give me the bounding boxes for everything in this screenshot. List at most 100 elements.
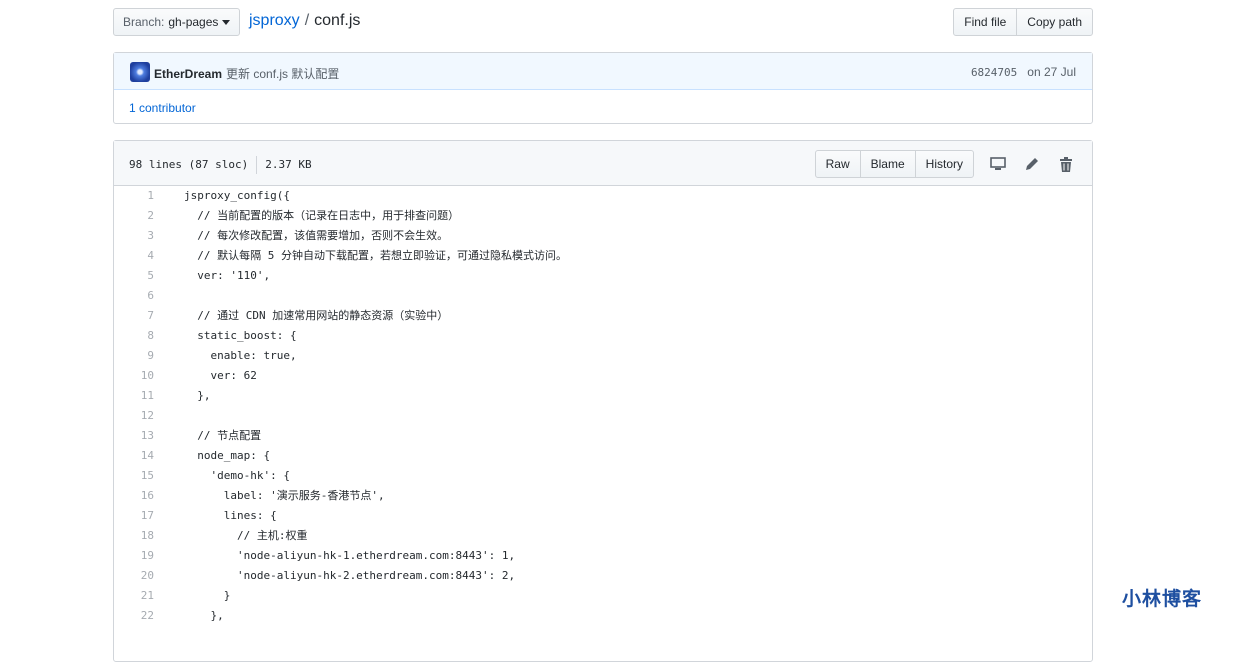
code-line: 13 // 节点配置 bbox=[114, 426, 1092, 446]
line-number[interactable]: 16 bbox=[114, 486, 164, 506]
code-line: 4 // 默认每隔 5 分钟自动下载配置，若想立即验证，可通过隐私模式访问。 bbox=[114, 246, 1092, 266]
file-info: 98 lines (87 sloc) 2.37 KB bbox=[129, 156, 312, 174]
code-line: 14 node_map: { bbox=[114, 446, 1092, 466]
code-line: 1 jsproxy_config({ bbox=[114, 186, 1092, 206]
line-number[interactable]: 8 bbox=[114, 326, 164, 346]
code-line: 10 ver: 62 bbox=[114, 366, 1092, 386]
breadcrumb: jsproxy / conf.js bbox=[249, 12, 360, 30]
line-number[interactable]: 21 bbox=[114, 586, 164, 606]
file-viewer: 98 lines (87 sloc) 2.37 KB Raw Blame Hist… bbox=[113, 140, 1093, 662]
line-content: } bbox=[184, 589, 231, 602]
file-navigation: Branch: gh-pages jsproxy / conf.js Find fi… bbox=[113, 8, 1093, 36]
code-line: 11 }, bbox=[114, 386, 1092, 406]
trash-icon[interactable] bbox=[1056, 154, 1076, 174]
line-number[interactable]: 22 bbox=[114, 606, 164, 626]
line-number[interactable]: 20 bbox=[114, 566, 164, 586]
line-number[interactable]: 1 bbox=[114, 186, 164, 206]
file-lines-info: 98 lines (87 sloc) bbox=[129, 158, 249, 171]
line-number[interactable]: 14 bbox=[114, 446, 164, 466]
code-line: 6 bbox=[114, 286, 1092, 306]
line-number[interactable]: 15 bbox=[114, 466, 164, 486]
line-content: ver: 62 bbox=[184, 369, 257, 382]
watermark-logo: 小林博客 bbox=[1122, 588, 1203, 610]
line-content: node_map: { bbox=[184, 449, 271, 462]
commit-sha[interactable]: 6824705 bbox=[971, 66, 1017, 79]
desktop-icon[interactable] bbox=[988, 154, 1008, 174]
contributors-link[interactable]: 1 contributor bbox=[129, 101, 196, 115]
code-listing: 1 jsproxy_config({ 2 // 当前配置的版本（记录在日志中，用于排… bbox=[114, 186, 1092, 626]
line-number[interactable]: 7 bbox=[114, 306, 164, 326]
line-content: }, bbox=[184, 389, 211, 402]
code-line: 18 // 主机:权重 bbox=[114, 526, 1092, 546]
file-name: conf.js bbox=[314, 12, 361, 29]
line-number[interactable]: 10 bbox=[114, 366, 164, 386]
code-line: 12 bbox=[114, 406, 1092, 426]
breadcrumb-separator: / bbox=[304, 12, 310, 29]
line-content: enable: true, bbox=[184, 349, 297, 362]
code-line: 2 // 当前配置的版本（记录在日志中，用于排查问题） bbox=[114, 206, 1092, 226]
line-content: label: '演示服务-香港节点', bbox=[184, 489, 385, 502]
caret-down-icon bbox=[222, 20, 231, 25]
code-line: 15 'demo-hk': { bbox=[114, 466, 1092, 486]
line-number[interactable]: 19 bbox=[114, 546, 164, 566]
commit-meta: 6824705 on 27 Jul bbox=[971, 65, 1076, 79]
pencil-icon[interactable] bbox=[1022, 154, 1042, 174]
info-divider bbox=[256, 156, 258, 174]
line-content: 'node-aliyun-hk-1.etherdream.com:8443': … bbox=[184, 549, 516, 562]
line-content bbox=[164, 286, 184, 306]
latest-commit: EtherDream 更新 conf.js 默认配置 6824705 on 27 J… bbox=[114, 53, 1092, 90]
branch-name: gh-pages bbox=[168, 15, 219, 29]
line-number[interactable]: 11 bbox=[114, 386, 164, 406]
line-content: // 当前配置的版本（记录在日志中，用于排查问题） bbox=[184, 209, 460, 222]
line-number[interactable]: 5 bbox=[114, 266, 164, 286]
code-line: 22 }, bbox=[114, 606, 1092, 626]
line-number[interactable]: 12 bbox=[114, 406, 164, 426]
line-number[interactable]: 2 bbox=[114, 206, 164, 226]
line-number[interactable]: 9 bbox=[114, 346, 164, 366]
code-line: 9 enable: true, bbox=[114, 346, 1092, 366]
code-line: 16 label: '演示服务-香港节点', bbox=[114, 486, 1092, 506]
copy-path-button[interactable]: Copy path bbox=[1016, 8, 1093, 36]
line-content: // 默认每隔 5 分钟自动下载配置，若想立即验证，可通过隐私模式访问。 bbox=[184, 249, 567, 262]
branch-select-button[interactable]: Branch: gh-pages bbox=[113, 8, 241, 36]
find-file-button[interactable]: Find file bbox=[953, 8, 1018, 36]
file-size: 2.37 KB bbox=[265, 158, 312, 171]
line-number[interactable]: 17 bbox=[114, 506, 164, 526]
file-header: 98 lines (87 sloc) 2.37 KB Raw Blame Hist… bbox=[114, 141, 1092, 186]
line-number[interactable]: 18 bbox=[114, 526, 164, 546]
commit-message: EtherDream 更新 conf.js 默认配置 bbox=[154, 65, 339, 82]
line-content: // 主机:权重 bbox=[184, 529, 308, 542]
commit-author[interactable]: EtherDream bbox=[154, 67, 222, 81]
file-view-buttons: Raw Blame History bbox=[814, 150, 974, 178]
code-line: 5 ver: '110', bbox=[114, 266, 1092, 286]
commit-date: on 27 Jul bbox=[1027, 65, 1076, 79]
line-content: 'node-aliyun-hk-2.etherdream.com:8443': … bbox=[184, 569, 516, 582]
repo-link[interactable]: jsproxy bbox=[249, 12, 300, 29]
line-content: // 通过 CDN 加速常用网站的静态资源（实验中） bbox=[184, 309, 449, 322]
branch-prefix: Branch: bbox=[123, 15, 165, 29]
line-content: 'demo-hk': { bbox=[184, 469, 290, 482]
code-line: 21 } bbox=[114, 586, 1092, 606]
file-actions: Raw Blame History bbox=[814, 150, 1076, 178]
contributors: 1 contributor bbox=[114, 90, 1092, 126]
line-content: static_boost: { bbox=[184, 329, 297, 342]
line-content: jsproxy_config({ bbox=[184, 189, 290, 202]
history-button[interactable]: History bbox=[914, 150, 974, 178]
line-number[interactable]: 4 bbox=[114, 246, 164, 266]
code-line: 3 // 每次修改配置，该值需要增加，否则不会生效。 bbox=[114, 226, 1092, 246]
line-content: }, bbox=[184, 609, 224, 622]
raw-button[interactable]: Raw bbox=[814, 150, 861, 178]
code-line: 7 // 通过 CDN 加速常用网站的静态资源（实验中） bbox=[114, 306, 1092, 326]
commit-title[interactable]: 更新 conf.js 默认配置 bbox=[226, 67, 339, 81]
code-line: 8 static_boost: { bbox=[114, 326, 1092, 346]
line-content: ver: '110', bbox=[184, 269, 271, 282]
avatar[interactable] bbox=[130, 62, 150, 82]
commit-tease: EtherDream 更新 conf.js 默认配置 6824705 on 27 J… bbox=[113, 52, 1093, 124]
line-content: // 每次修改配置，该值需要增加，否则不会生效。 bbox=[184, 229, 449, 242]
line-number[interactable]: 6 bbox=[114, 286, 164, 306]
code-line: 20 'node-aliyun-hk-2.etherdream.com:8443… bbox=[114, 566, 1092, 586]
line-number[interactable]: 13 bbox=[114, 426, 164, 446]
code-line: 19 'node-aliyun-hk-1.etherdream.com:8443… bbox=[114, 546, 1092, 566]
line-number[interactable]: 3 bbox=[114, 226, 164, 246]
blame-button[interactable]: Blame bbox=[859, 150, 916, 178]
